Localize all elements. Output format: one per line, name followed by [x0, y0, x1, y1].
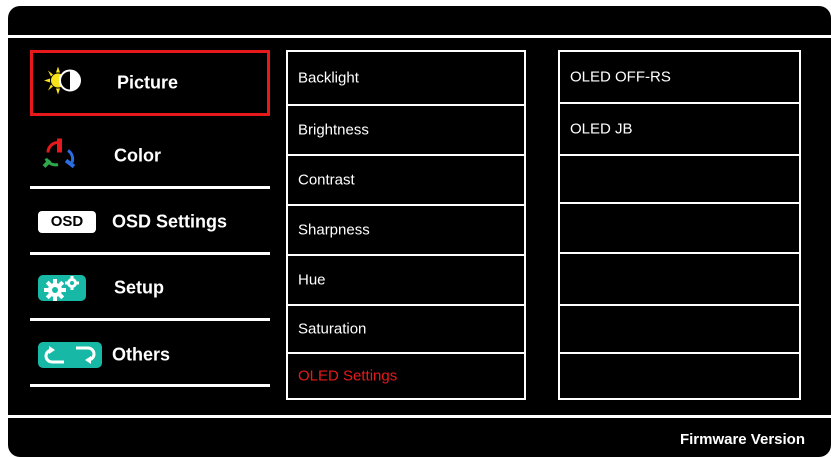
- menu-item-others[interactable]: Others: [30, 324, 270, 386]
- submenu-item-label: Sharpness: [298, 221, 370, 239]
- option-item-label: OLED OFF-RS: [570, 68, 671, 86]
- option-item[interactable]: OLED OFF-RS: [560, 52, 799, 102]
- menu-item-picture[interactable]: Picture: [30, 50, 270, 116]
- picture-icon: [43, 66, 83, 101]
- firmware-version-label: Firmware Version: [679, 431, 805, 448]
- submenu-item-label: Backlight: [298, 69, 359, 87]
- menu-item-osd-settings[interactable]: OSD OSD Settings: [30, 192, 270, 252]
- option-item[interactable]: OLED JB: [560, 104, 799, 154]
- submenu-item[interactable]: Hue: [288, 256, 524, 304]
- top-divider: [8, 35, 831, 38]
- menu-item-label: OSD Settings: [112, 211, 228, 232]
- option-item[interactable]: [560, 156, 799, 202]
- setup-gears-icon: [38, 275, 86, 301]
- menu-divider: [30, 318, 270, 321]
- menu-divider: [30, 186, 270, 189]
- menu-item-label: Others: [112, 344, 171, 365]
- menu-divider: [30, 384, 270, 387]
- submenu-item-oled-settings[interactable]: OLED Settings: [288, 354, 524, 398]
- submenu-item-label: Contrast: [298, 171, 355, 189]
- submenu-item-label: Saturation: [298, 320, 367, 338]
- color-icon: [40, 137, 80, 176]
- menu-item-label: Picture: [117, 72, 179, 93]
- submenu-item[interactable]: Brightness: [288, 106, 524, 154]
- option-item[interactable]: [560, 306, 799, 352]
- option-item[interactable]: [560, 254, 799, 304]
- submenu-column: Backlight Brightness Contrast Sharpness …: [286, 50, 526, 400]
- submenu-item-label: OLED Settings: [298, 367, 398, 385]
- menu-item-setup[interactable]: Setup: [30, 258, 270, 318]
- osd-icon: OSD: [38, 211, 96, 233]
- menu-item-color[interactable]: Color: [30, 126, 270, 186]
- option-item[interactable]: [560, 204, 799, 252]
- bottom-divider: [8, 415, 831, 418]
- osd-window: Picture Color OSD OSD Settings Setup Oth…: [8, 6, 831, 457]
- menu-item-label: Color: [114, 145, 161, 166]
- submenu-item[interactable]: Sharpness: [288, 206, 524, 254]
- osd-icon-text: OSD: [50, 213, 84, 230]
- submenu-item[interactable]: Saturation: [288, 306, 524, 352]
- menu-divider: [30, 252, 270, 255]
- options-column: OLED OFF-RS OLED JB: [558, 50, 801, 400]
- option-item[interactable]: [560, 354, 799, 398]
- submenu-item-label: Hue: [298, 271, 326, 289]
- submenu-item[interactable]: Backlight: [288, 52, 524, 104]
- submenu-item[interactable]: Contrast: [288, 156, 524, 204]
- others-arrows-icon: [38, 342, 102, 368]
- menu-item-label: Setup: [114, 277, 165, 298]
- option-item-label: OLED JB: [570, 120, 633, 138]
- submenu-item-label: Brightness: [298, 121, 369, 139]
